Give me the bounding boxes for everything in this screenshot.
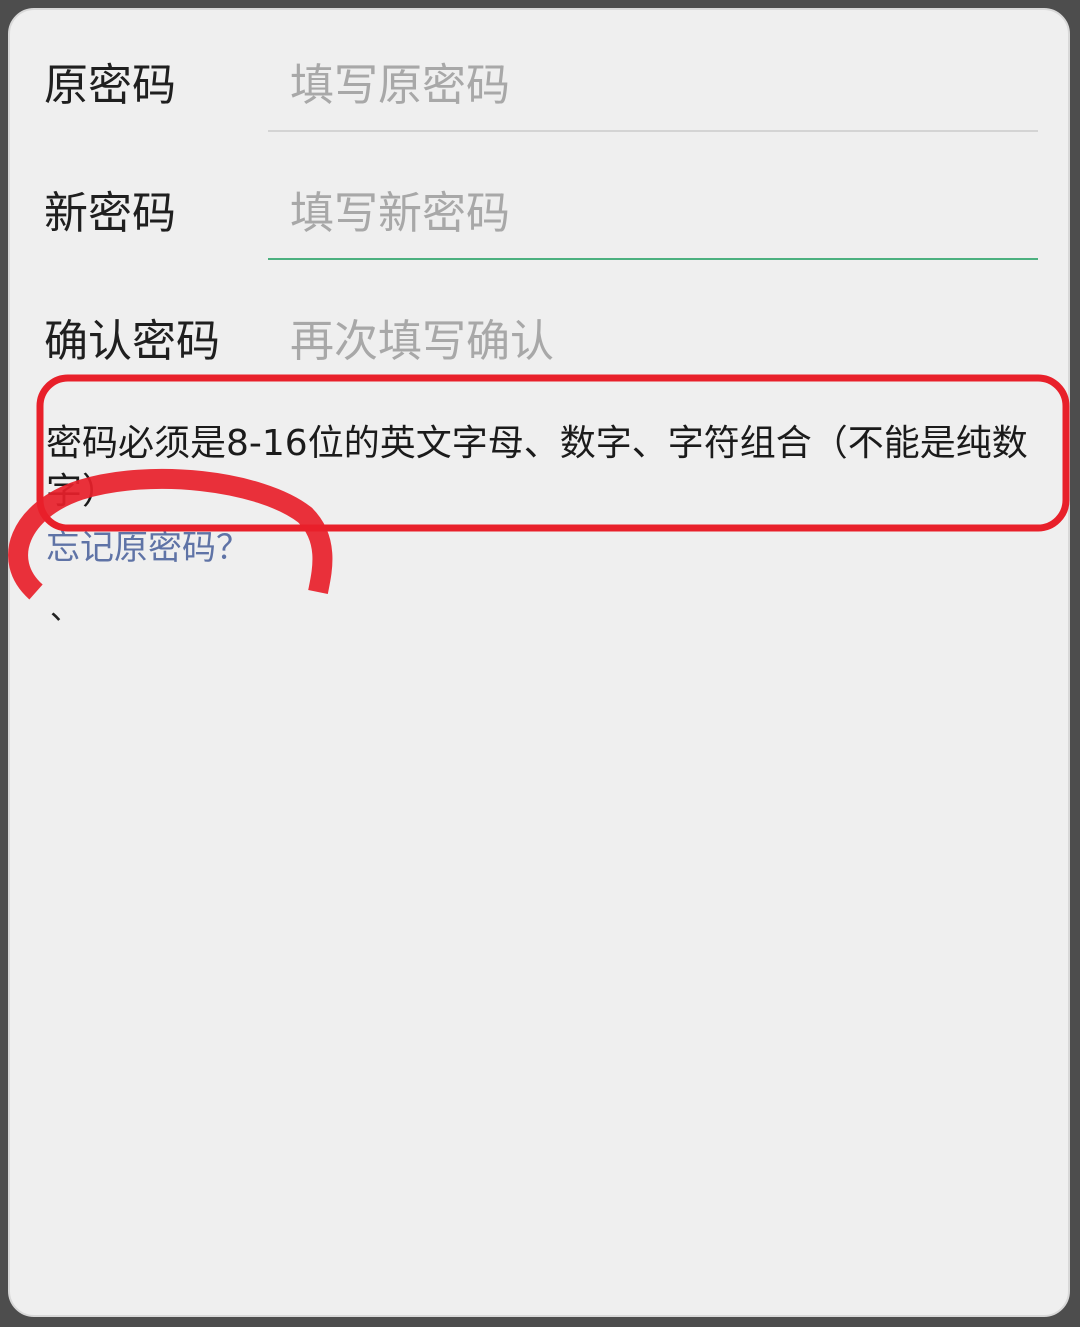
stray-mark: 、	[50, 592, 80, 627]
old-password-underline	[268, 130, 1038, 132]
forgot-password-link[interactable]: 忘记原密码？	[46, 526, 250, 570]
password-rule-hint: 密码必须是8-16位的英文字母、数字、字符组合（不能是纯数字）	[46, 423, 1028, 512]
old-password-row: 原密码	[10, 18, 1068, 138]
new-password-input[interactable]	[268, 176, 1038, 250]
new-password-underline	[268, 258, 1038, 260]
confirm-password-input[interactable]	[268, 304, 1038, 378]
confirm-password-label: 确认密码	[44, 316, 220, 367]
new-password-label: 新密码	[44, 188, 176, 239]
old-password-input[interactable]	[268, 48, 1038, 122]
confirm-password-row: 确认密码	[10, 274, 1068, 394]
old-password-label: 原密码	[44, 60, 176, 111]
new-password-row: 新密码	[10, 146, 1068, 266]
screen: 原密码 新密码 确认密码 密码必须是8-16位的英文字母、数字、字符组合（不能是…	[8, 8, 1070, 1317]
